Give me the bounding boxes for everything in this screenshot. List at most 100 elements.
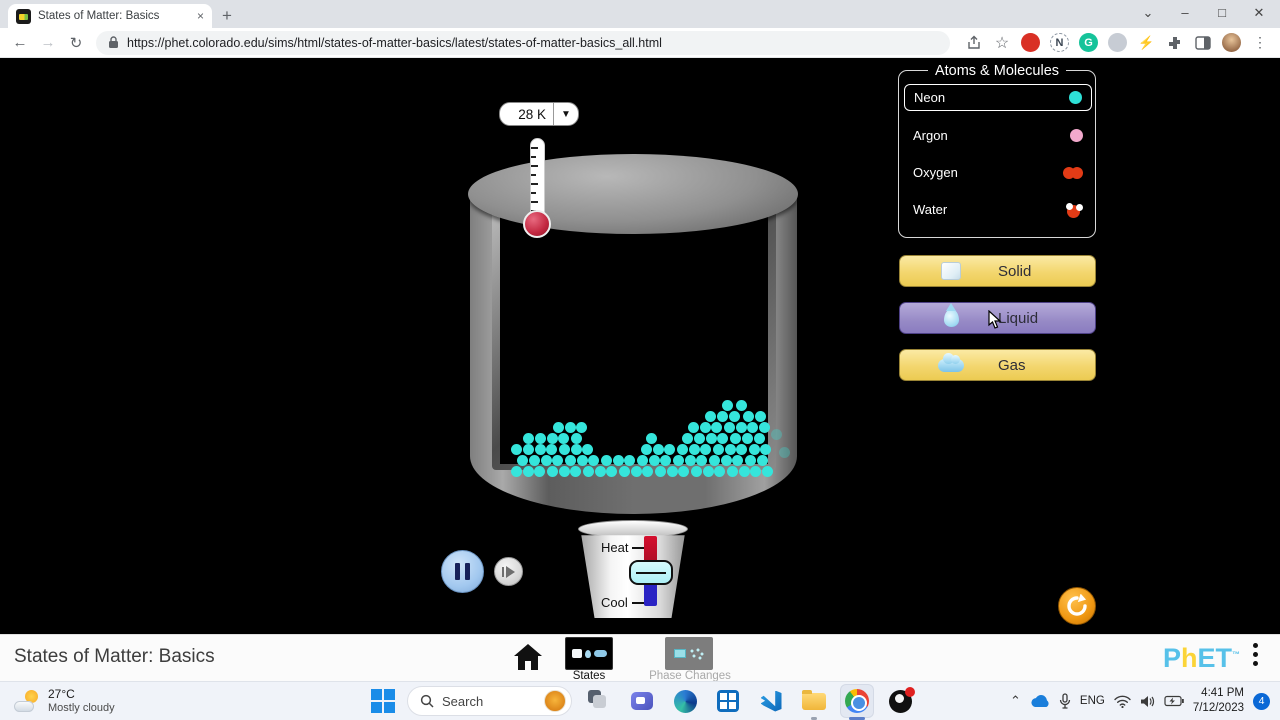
particle xyxy=(570,466,581,477)
wifi-icon[interactable] xyxy=(1114,695,1131,708)
step-forward-button[interactable] xyxy=(494,557,523,586)
extensions-puzzle-icon[interactable] xyxy=(1161,35,1189,51)
particle xyxy=(571,444,582,455)
chrome-button[interactable] xyxy=(841,685,873,720)
cool-tick xyxy=(631,601,644,604)
home-icon[interactable] xyxy=(513,643,543,671)
particle xyxy=(694,433,705,444)
onedrive-icon[interactable] xyxy=(1030,694,1050,708)
particle xyxy=(739,466,750,477)
weather-widget[interactable]: 27°C Mostly cloudy xyxy=(0,687,220,715)
particle xyxy=(511,444,522,455)
particle xyxy=(595,466,606,477)
particle xyxy=(606,466,617,477)
particle xyxy=(588,455,599,466)
particle xyxy=(637,455,648,466)
screen-button-states[interactable] xyxy=(565,637,613,670)
atoms-molecules-panel: Atoms & Molecules Neon Argon Oxygen Wate… xyxy=(898,63,1096,238)
clock[interactable]: 4:41 PM 7/12/2023 xyxy=(1193,686,1244,716)
notion-extension-icon[interactable]: N xyxy=(1050,33,1069,52)
profile-avatar[interactable] xyxy=(1222,33,1241,52)
side-panel-icon[interactable] xyxy=(1189,35,1217,50)
phet-logo[interactable]: PhET™ xyxy=(1163,643,1240,674)
mini-drop-icon xyxy=(584,649,591,658)
shield-extension-icon[interactable] xyxy=(1108,33,1127,52)
particle xyxy=(722,400,733,411)
edge-icon xyxy=(673,689,697,713)
minimize-icon[interactable]: – xyxy=(1170,5,1200,20)
reload-icon[interactable]: ↻ xyxy=(62,34,90,52)
particle xyxy=(743,411,754,422)
container-lid[interactable] xyxy=(468,154,798,234)
kebab-menu-icon[interactable]: ⋮ xyxy=(1246,34,1274,51)
cloud-icon xyxy=(938,352,964,372)
particle xyxy=(660,455,671,466)
obs-button[interactable] xyxy=(884,685,916,717)
water-molecule-icon xyxy=(1066,202,1083,218)
temperature-units-dropdown[interactable]: ▼ xyxy=(553,103,578,125)
grammarly-extension-icon[interactable]: G xyxy=(1079,33,1098,52)
temperature-value: 28 K xyxy=(518,106,546,122)
atom-option-neon[interactable]: Neon xyxy=(904,84,1092,111)
address-bar[interactable]: https://phet.colorado.edu/sims/html/stat… xyxy=(96,30,950,55)
particle xyxy=(601,455,612,466)
notification-badge[interactable]: 4 xyxy=(1253,692,1270,710)
particle xyxy=(664,444,675,455)
task-view-button[interactable] xyxy=(583,685,615,717)
teams-chat-button[interactable] xyxy=(626,685,658,717)
bookmark-star-icon[interactable]: ☆ xyxy=(988,33,1016,53)
adblock-extension-icon[interactable] xyxy=(1021,33,1040,52)
particle xyxy=(725,444,736,455)
particle xyxy=(571,433,582,444)
temperature-readout: 28 K ▼ xyxy=(499,102,579,126)
phet-menu-icon[interactable] xyxy=(1253,643,1258,666)
edge-button[interactable] xyxy=(669,685,701,717)
taskbar-search[interactable]: Search xyxy=(407,686,572,716)
particle xyxy=(755,411,766,422)
file-explorer-button[interactable] xyxy=(798,685,830,720)
particle xyxy=(517,455,528,466)
sim-title: States of Matter: Basics xyxy=(14,646,215,667)
particle xyxy=(523,466,534,477)
share-icon[interactable] xyxy=(960,35,988,51)
atom-option-argon[interactable]: Argon xyxy=(904,122,1092,149)
heater-slider-handle[interactable] xyxy=(629,560,673,585)
speaker-icon[interactable] xyxy=(1140,695,1155,708)
tray-chevron-icon[interactable]: ⌃ xyxy=(1010,693,1021,709)
close-icon[interactable]: ✕ xyxy=(1244,5,1274,21)
particle xyxy=(736,444,747,455)
gas-button[interactable]: Gas xyxy=(899,349,1096,381)
screen-button-phase-changes[interactable] xyxy=(665,637,713,670)
maximize-icon[interactable]: □ xyxy=(1207,5,1237,20)
cool-label: Cool xyxy=(601,594,644,612)
particle xyxy=(667,466,678,477)
browser-tab[interactable]: States of Matter: Basics × xyxy=(8,4,212,28)
reset-all-button[interactable] xyxy=(1058,587,1096,625)
particle xyxy=(700,444,711,455)
window-menu-icon[interactable]: ⌄ xyxy=(1133,5,1163,21)
lightning-extension-icon[interactable]: ⚡ xyxy=(1137,33,1156,52)
particle xyxy=(688,422,699,433)
weather-temp: 27°C xyxy=(48,686,75,701)
battery-icon[interactable] xyxy=(1164,695,1184,707)
microsoft-store-button[interactable] xyxy=(712,685,744,717)
solid-button[interactable]: Solid xyxy=(899,255,1096,287)
tab-close-icon[interactable]: × xyxy=(197,10,204,22)
windows-start-button[interactable] xyxy=(370,688,396,714)
microphone-icon[interactable] xyxy=(1059,693,1071,709)
new-tab-button[interactable]: + xyxy=(222,7,232,24)
particle xyxy=(757,455,768,466)
particle xyxy=(706,433,717,444)
back-icon[interactable]: ← xyxy=(6,34,34,51)
atom-option-oxygen[interactable]: Oxygen xyxy=(904,159,1092,186)
pause-button[interactable] xyxy=(441,550,484,593)
particle xyxy=(677,444,688,455)
vscode-button[interactable] xyxy=(755,685,787,717)
mini-cube-icon xyxy=(571,649,582,658)
language-indicator[interactable]: ENG xyxy=(1080,695,1105,707)
neon-atom-icon xyxy=(1069,91,1082,104)
forward-icon[interactable]: → xyxy=(34,34,62,51)
atom-option-water[interactable]: Water xyxy=(904,196,1092,223)
particle xyxy=(649,455,660,466)
particle xyxy=(641,444,652,455)
